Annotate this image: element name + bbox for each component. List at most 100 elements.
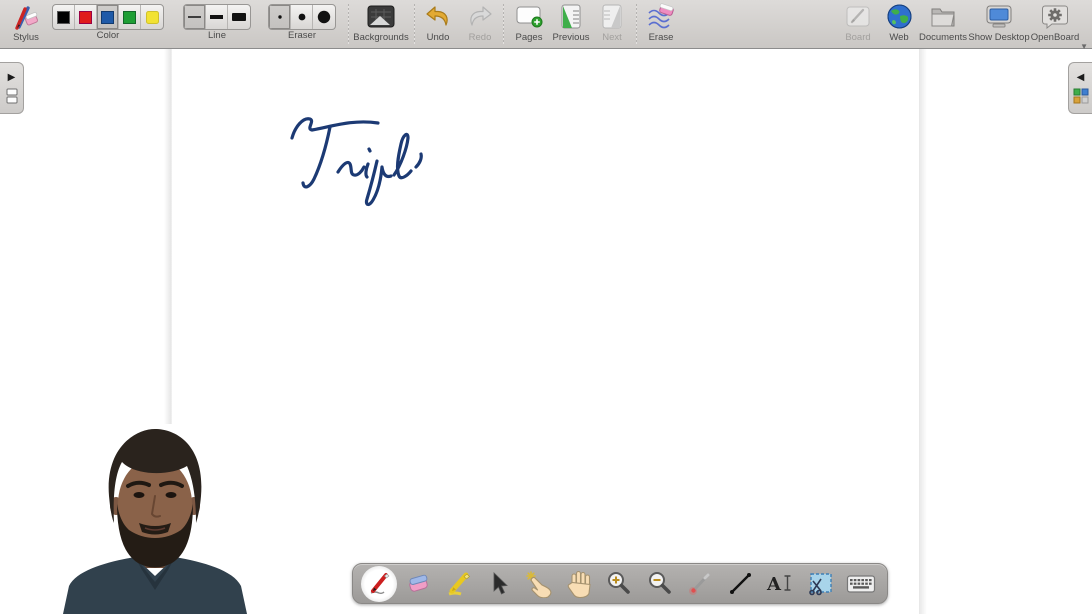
line-thin-button[interactable]	[184, 5, 206, 29]
left-drawer-toggle[interactable]: ▶	[0, 62, 24, 114]
show-desktop-icon	[984, 1, 1014, 32]
page-thumbnails-icon	[5, 88, 19, 104]
pen-tool[interactable]	[361, 566, 397, 602]
stylus-icon	[11, 1, 41, 32]
color-swatch-blue[interactable]	[97, 5, 119, 29]
highlighter-tool[interactable]	[441, 566, 477, 602]
redo-label: Redo	[469, 32, 492, 43]
previous-page-label: Previous	[553, 32, 590, 43]
web-mode-label: Web	[889, 32, 908, 43]
page-right-edge	[919, 49, 927, 614]
eraser-tool[interactable]	[401, 566, 437, 602]
web-mode-button[interactable]: Web	[879, 1, 919, 48]
expand-left-arrow-icon: ◀	[1077, 73, 1085, 83]
undo-icon	[424, 1, 452, 32]
top-toolbar: Stylus Color	[0, 0, 1092, 49]
line-icon	[728, 571, 753, 596]
pages-icon	[514, 1, 544, 32]
backgrounds-label: Backgrounds	[353, 32, 408, 43]
line-medium-button[interactable]	[206, 5, 228, 29]
text-tool[interactable]: A	[762, 566, 798, 602]
zoom-in-icon	[606, 570, 633, 597]
virtual-keyboard-tool[interactable]	[843, 566, 879, 602]
show-desktop-label: Show Desktop	[968, 32, 1029, 43]
zoom-out-icon	[647, 570, 674, 597]
handwriting-ink-tripl: Tripl	[283, 109, 443, 209]
color-swatch-yellow[interactable]	[141, 5, 163, 29]
web-globe-icon	[886, 1, 913, 32]
open-hand-icon	[566, 570, 593, 598]
backgrounds-icon	[366, 1, 396, 32]
show-desktop-button[interactable]: Show Desktop	[966, 1, 1032, 48]
zoom-out-tool[interactable]	[642, 566, 678, 602]
eraser-icon	[405, 571, 433, 597]
laser-pointer-icon	[687, 570, 714, 597]
capture-tool[interactable]	[803, 566, 839, 602]
selector-tool[interactable]	[481, 566, 517, 602]
openboard-gear-icon	[1041, 1, 1069, 32]
toolbar-separator	[503, 4, 504, 44]
library-icon	[1073, 88, 1089, 104]
previous-page-button[interactable]: Previous	[548, 1, 594, 48]
backgrounds-button[interactable]: Backgrounds	[352, 1, 410, 48]
webcam-presenter-video	[55, 424, 255, 614]
toolbar-separator	[348, 4, 349, 44]
color-swatch-red[interactable]	[75, 5, 97, 29]
openboard-menu-button[interactable]: OpenBoard	[1026, 1, 1084, 48]
eraser-large-button[interactable]	[313, 5, 335, 29]
undo-label: Undo	[427, 32, 450, 43]
erase-icon	[646, 1, 676, 32]
documents-mode-button[interactable]: Documents	[916, 1, 970, 48]
bottom-tool-dock: A	[352, 563, 888, 604]
toolbar-separator	[636, 4, 637, 44]
previous-page-icon	[559, 1, 583, 32]
laser-pointer-tool[interactable]	[682, 566, 718, 602]
color-swatch-black[interactable]	[53, 5, 75, 29]
color-group: Color	[50, 1, 166, 48]
pages-label: Pages	[516, 32, 543, 43]
erase-label: Erase	[649, 32, 674, 43]
line-group: Line	[181, 1, 253, 48]
line-label: Line	[208, 30, 226, 41]
pan-tool[interactable]	[562, 566, 598, 602]
next-page-icon	[600, 1, 624, 32]
board-mode-button[interactable]: Board	[836, 1, 880, 48]
expand-right-arrow-icon: ▶	[8, 73, 16, 83]
pointing-hand-icon	[525, 570, 555, 598]
redo-icon	[466, 1, 494, 32]
stylus-label: Stylus	[13, 32, 39, 43]
keyboard-icon	[846, 573, 876, 595]
pages-button[interactable]: Pages	[507, 1, 551, 48]
svg-text:A: A	[766, 574, 782, 595]
highlighter-icon	[445, 570, 473, 597]
pen-icon	[366, 570, 393, 597]
color-label: Color	[97, 30, 120, 41]
undo-button[interactable]: Undo	[417, 1, 459, 48]
next-page-button[interactable]: Next	[594, 1, 630, 48]
text-icon: A	[766, 571, 794, 596]
interact-tool[interactable]	[522, 566, 558, 602]
eraser-medium-button[interactable]	[291, 5, 313, 29]
zoom-in-tool[interactable]	[602, 566, 638, 602]
redo-button[interactable]: Redo	[459, 1, 501, 48]
board-mode-label: Board	[845, 32, 870, 43]
toolbar-separator	[414, 4, 415, 44]
next-page-label: Next	[602, 32, 622, 43]
erase-button[interactable]: Erase	[639, 1, 683, 48]
line-thick-button[interactable]	[228, 5, 250, 29]
documents-mode-label: Documents	[919, 32, 967, 43]
line-tool[interactable]	[722, 566, 758, 602]
openboard-menu-label: OpenBoard	[1031, 32, 1080, 43]
color-swatch-green[interactable]	[119, 5, 141, 29]
cursor-arrow-icon	[487, 571, 511, 597]
capture-scissors-icon	[807, 571, 834, 597]
presenter-portrait	[55, 424, 255, 614]
eraser-label: Eraser	[288, 30, 316, 41]
documents-folder-icon	[928, 1, 958, 32]
board-mode-icon	[844, 1, 872, 32]
right-drawer-toggle[interactable]: ◀	[1068, 62, 1092, 114]
stylus-tool[interactable]: Stylus	[4, 1, 48, 48]
eraser-small-button[interactable]	[269, 5, 291, 29]
openboard-menu-caret-icon[interactable]: ▼	[1080, 42, 1088, 51]
eraser-group: Eraser	[264, 1, 340, 48]
